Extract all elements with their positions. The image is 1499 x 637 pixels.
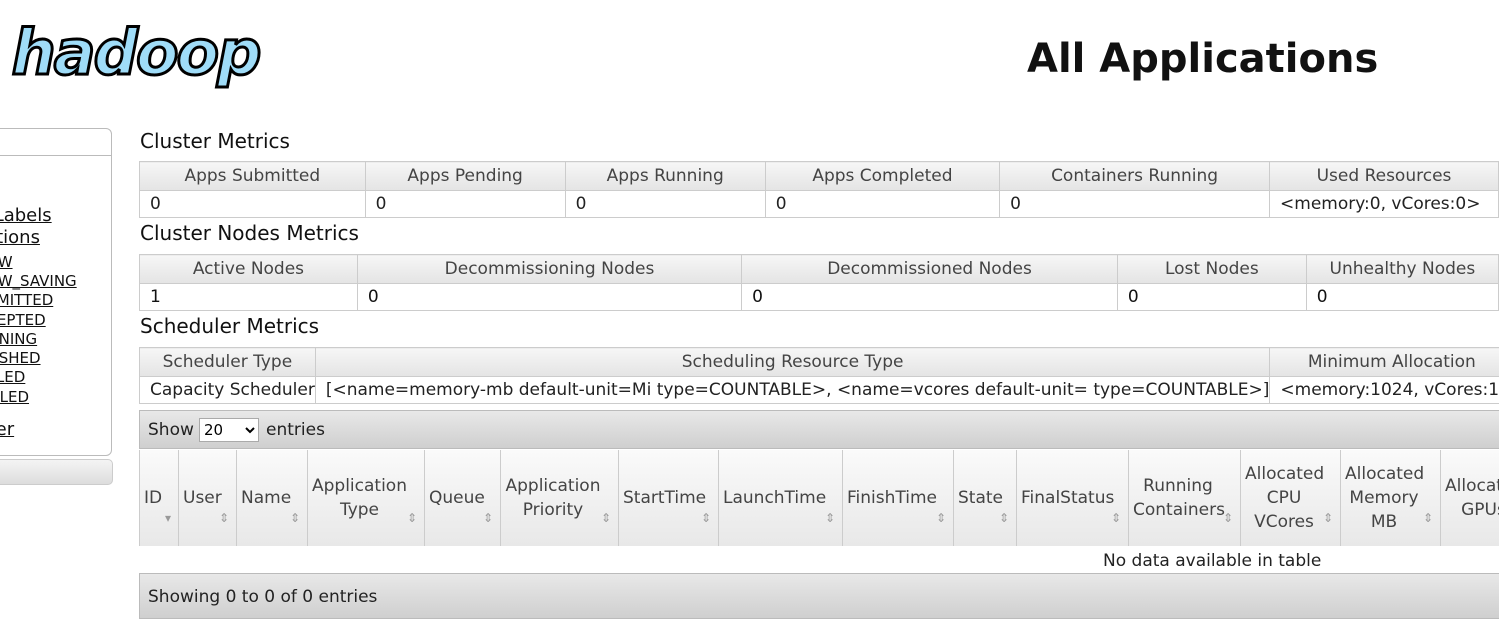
cluster-metrics-title: Cluster Metrics <box>140 129 290 153</box>
header-used-resources: Used Resources <box>1269 161 1499 191</box>
sidebar-tools-panel[interactable] <box>0 459 113 485</box>
sort-icon[interactable]: ⇕ <box>701 512 711 524</box>
header-decommissioning-nodes: Decommissioning Nodes <box>356 254 743 284</box>
column-header-allocated-memory-mb[interactable]: Allocated Memory MB ⇕ <box>1340 450 1441 546</box>
page-title: All Applications <box>1027 36 1379 82</box>
value-apps-pending: 0 <box>364 190 566 218</box>
sort-icon[interactable]: ⇕ <box>483 512 493 524</box>
link-unhealthy-nodes[interactable]: 0 <box>1317 287 1328 307</box>
value-apps-completed: 0 <box>764 190 1001 218</box>
column-header-queue[interactable]: Queue ⇕ <box>424 450 501 546</box>
table-info-footer: Showing 0 to 0 of 0 entries <box>139 573 1499 619</box>
column-header-application-type[interactable]: Application Type ⇕ <box>307 450 425 546</box>
nodes-metrics-table: Active Nodes Decommissioning Nodes Decom… <box>139 254 1499 311</box>
column-label: State <box>958 488 1003 508</box>
column-label: LaunchTime <box>723 488 827 508</box>
sidebar-item-new-saving[interactable]: NEW_SAVING <box>0 272 77 290</box>
column-label: Allocated GPUs <box>1445 476 1499 520</box>
hadoop-logo: hadoop <box>0 20 263 85</box>
value-scheduling-resource-type: [<name=memory-mb default-unit=Mi type=CO… <box>314 376 1271 404</box>
column-header-user[interactable]: User ⇕ <box>178 450 237 546</box>
column-label: User <box>183 488 222 508</box>
value-apps-submitted: 0 <box>139 190 366 218</box>
entries-label: entries <box>266 420 325 440</box>
sidebar-item-new[interactable]: NEW <box>0 253 13 271</box>
column-label: Name <box>241 488 292 508</box>
header-scheduling-resource-type: Scheduling Resource Type <box>314 347 1271 377</box>
column-header-starttime[interactable]: StartTime ⇕ <box>618 450 719 546</box>
header-scheduler-type: Scheduler Type <box>139 347 316 377</box>
column-label: Queue <box>429 488 485 508</box>
nodes-metrics-title: Cluster Nodes Metrics <box>140 221 359 245</box>
column-header-launchtime[interactable]: LaunchTime ⇕ <box>718 450 843 546</box>
show-label: Show <box>148 420 194 440</box>
column-header-id[interactable]: ID ▾ <box>139 450 179 546</box>
column-header-allocated-cpu-vcores[interactable]: Allocated CPU VCores ⇕ <box>1240 450 1341 546</box>
value-containers-running: 0 <box>999 190 1271 218</box>
empty-table-message: No data available in table <box>1103 551 1322 571</box>
sidebar: Node Labels Applications NEW NEW_SAVING … <box>0 128 112 456</box>
link-lost-nodes[interactable]: 0 <box>1128 287 1139 307</box>
header-minimum-allocation: Minimum Allocation <box>1269 347 1499 377</box>
column-header-finishtime[interactable]: FinishTime ⇕ <box>842 450 954 546</box>
sort-icon[interactable]: ⇕ <box>1323 512 1333 524</box>
value-minimum-allocation: <memory:1024, vCores:1> <box>1269 376 1499 404</box>
column-header-state[interactable]: State ⇕ <box>953 450 1017 546</box>
sort-desc-icon[interactable]: ▾ <box>165 512 171 524</box>
sort-icon[interactable]: ⇕ <box>601 512 611 524</box>
header-apps-completed: Apps Completed <box>764 161 1001 191</box>
sidebar-item-running[interactable]: RUNNING <box>0 330 37 348</box>
column-label: StartTime <box>623 488 707 508</box>
sidebar-item-failed[interactable]: FAILED <box>0 368 25 386</box>
sort-icon[interactable]: ⇕ <box>1423 512 1433 524</box>
column-header-application-priority[interactable]: Application Priority ⇕ <box>500 450 619 546</box>
cluster-metrics-table: Apps Submitted Apps Pending Apps Running… <box>139 161 1499 218</box>
sort-icon[interactable]: ⇕ <box>936 512 946 524</box>
value-apps-running: 0 <box>564 190 766 218</box>
page-size-select[interactable]: 20 <box>199 418 259 442</box>
sidebar-item-submitted[interactable]: SUBMITTED <box>0 291 53 309</box>
sidebar-item-finished[interactable]: FINISHED <box>0 349 41 367</box>
link-decommissioned-nodes[interactable]: 0 <box>752 287 763 307</box>
link-decommissioning-nodes[interactable]: 0 <box>368 287 379 307</box>
header-apps-submitted: Apps Submitted <box>139 161 366 191</box>
column-header-finalstatus[interactable]: FinalStatus ⇕ <box>1016 450 1129 546</box>
sort-icon[interactable]: ⇕ <box>999 512 1009 524</box>
value-scheduler-type: Capacity Scheduler <box>139 376 316 404</box>
header-decommissioned-nodes: Decommissioned Nodes <box>741 254 1118 284</box>
value-used-resources: <memory:0, vCores:0> <box>1269 190 1499 218</box>
header-containers-running: Containers Running <box>999 161 1271 191</box>
column-header-allocated-gpus[interactable]: Allocated GPUs⇕ <box>1440 450 1499 546</box>
table-length-control: Show 20 entries <box>139 410 1499 449</box>
sidebar-item-accepted[interactable]: ACCEPTED <box>0 311 46 329</box>
header-active-nodes: Active Nodes <box>139 254 358 284</box>
column-label: FinishTime <box>847 488 937 508</box>
column-label: FinalStatus <box>1021 488 1115 508</box>
sort-icon[interactable]: ⇕ <box>1111 512 1121 524</box>
scheduler-metrics-title: Scheduler Metrics <box>140 314 320 338</box>
header-apps-running: Apps Running <box>564 161 766 191</box>
header-apps-pending: Apps Pending <box>364 161 566 191</box>
scheduler-metrics-table: Scheduler Type Scheduling Resource Type … <box>139 347 1499 404</box>
sort-icon[interactable]: ⇕ <box>1223 512 1233 524</box>
sort-icon[interactable]: ⇕ <box>290 512 300 524</box>
header-unhealthy-nodes: Unhealthy Nodes <box>1305 254 1499 284</box>
column-label: ID <box>144 488 163 508</box>
sort-icon[interactable]: ⇕ <box>825 512 835 524</box>
sidebar-item-scheduler[interactable]: Scheduler <box>0 419 14 440</box>
sidebar-item-applications[interactable]: Applications <box>0 227 40 248</box>
sort-icon[interactable]: ⇕ <box>407 512 417 524</box>
column-header-name[interactable]: Name ⇕ <box>236 450 308 546</box>
link-active-nodes[interactable]: 1 <box>150 287 161 307</box>
header-lost-nodes: Lost Nodes <box>1116 254 1307 284</box>
sort-icon[interactable]: ⇕ <box>219 512 229 524</box>
sidebar-item-killed[interactable]: KILLED <box>0 388 29 406</box>
table-info: Showing 0 to 0 of 0 entries <box>148 587 378 607</box>
sidebar-item-node-labels[interactable]: Node Labels <box>0 205 52 226</box>
column-header-running-containers[interactable]: Running Containers ⇕ <box>1128 450 1241 546</box>
